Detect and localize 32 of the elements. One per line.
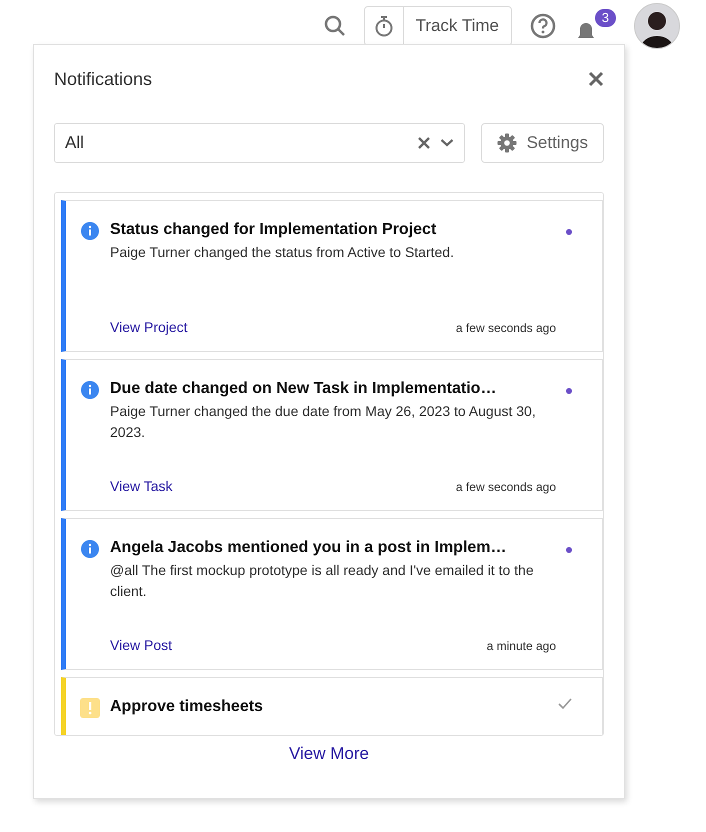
info-icon (80, 380, 100, 400)
warning-icon (80, 698, 100, 718)
panel-title: Notifications (54, 68, 152, 90)
notification-title: Due date changed on New Task in Implementatio… (110, 380, 498, 398)
notifications-button[interactable]: 3 (574, 9, 616, 43)
help-icon[interactable] (530, 13, 556, 39)
timestamp: a few seconds ago (456, 321, 556, 335)
view-link[interactable]: View Project (110, 319, 188, 335)
notification-text: Paige Turner changed the status from Active to Started. (110, 243, 455, 262)
timestamp: a minute ago (486, 639, 556, 653)
view-link[interactable]: View Post (110, 637, 172, 653)
notification-title: Angela Jacobs mentioned you in a post in Implem… (110, 539, 508, 557)
filter-select[interactable]: All (54, 123, 465, 163)
clear-icon[interactable] (418, 137, 430, 149)
notification-text: Paige Turner changed the due date from May 26, 2023 to August 30, 2023. (110, 402, 537, 442)
stopwatch-icon (374, 16, 393, 36)
close-button[interactable] (588, 71, 604, 87)
info-icon (80, 539, 100, 559)
view-link[interactable]: View Task (110, 478, 173, 494)
search-icon[interactable] (324, 15, 346, 37)
info-icon (80, 221, 100, 241)
settings-button[interactable]: Settings (480, 123, 604, 163)
track-time-button[interactable]: Track Time (364, 6, 512, 46)
chevron-down-icon (440, 138, 454, 148)
view-more-link[interactable]: View More (289, 744, 369, 764)
timestamp: a few seconds ago (456, 480, 556, 494)
notification-title: Status changed for Implementation Project (110, 221, 438, 239)
notification-title: Approve timesheets (110, 698, 264, 716)
notification-count: 3 (594, 9, 616, 27)
gear-icon (496, 133, 517, 153)
avatar[interactable] (634, 3, 680, 49)
notification-text: @all The first mockup prototype is all ready and I've emailed it to the client. (110, 561, 535, 601)
